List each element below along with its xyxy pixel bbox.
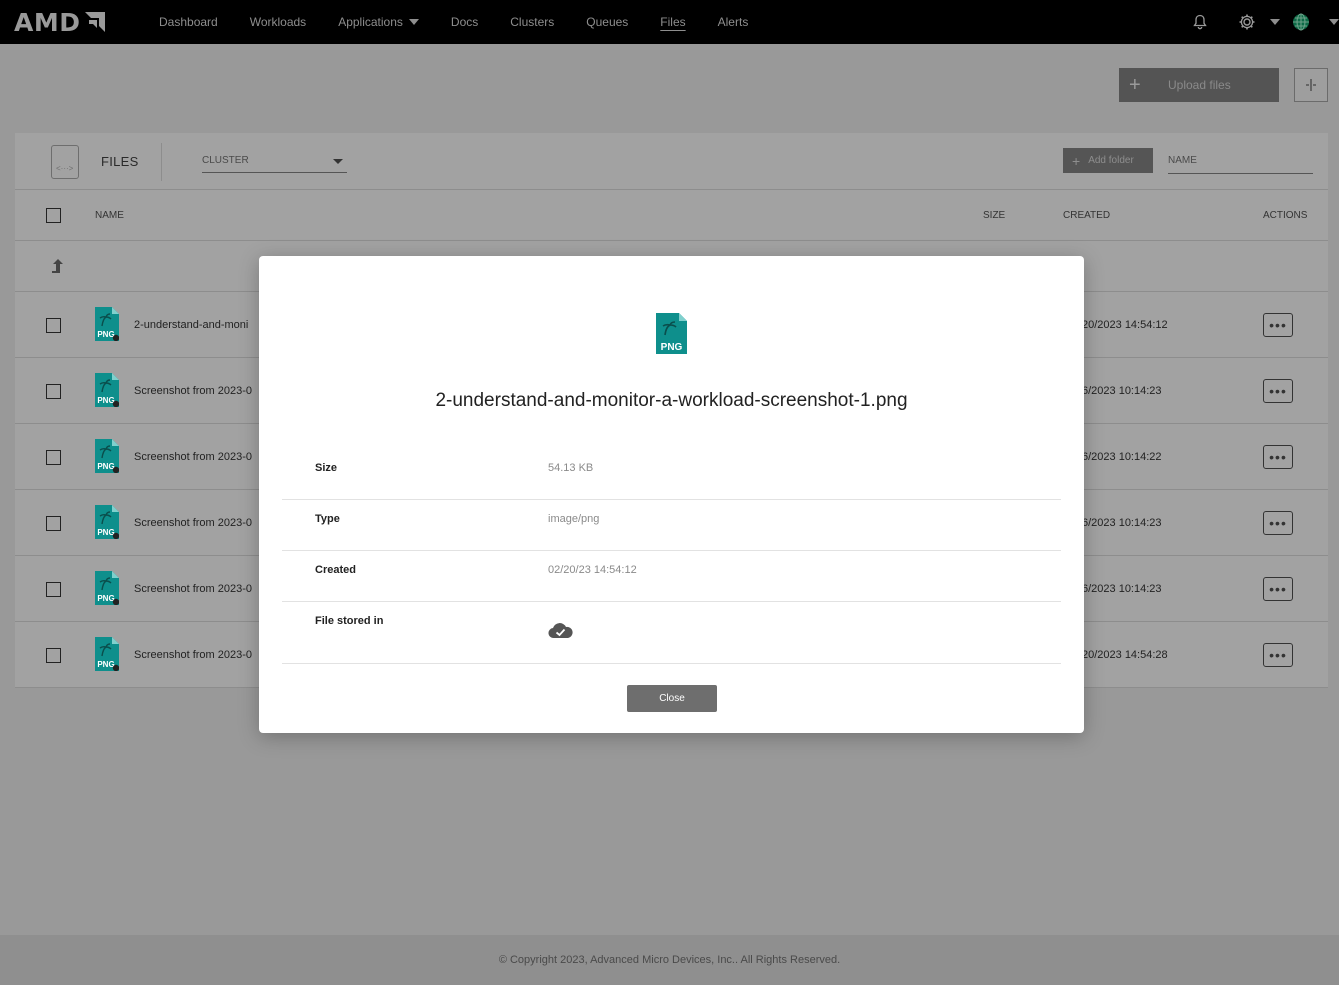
file-created: 6/2023 10:14:22 xyxy=(1082,451,1162,463)
file-name[interactable]: Screenshot from 2023-0 xyxy=(134,385,252,397)
nav-applications[interactable]: Applications xyxy=(338,15,419,29)
png-file-icon: PNG xyxy=(95,439,119,473)
svg-text:PNG: PNG xyxy=(97,528,114,537)
nav-alerts[interactable]: Alerts xyxy=(718,15,749,29)
png-file-icon: PNG xyxy=(95,571,119,605)
table-header: NAME SIZE CREATED ACTIONS xyxy=(15,190,1328,241)
bell-icon[interactable] xyxy=(1192,14,1208,30)
row-actions-button[interactable]: ••• xyxy=(1263,511,1293,535)
nav-queues[interactable]: Queues xyxy=(586,15,628,29)
add-folder-button[interactable]: + Add folder xyxy=(1063,148,1153,173)
file-name[interactable]: Screenshot from 2023-0 xyxy=(134,649,252,661)
column-actions: ACTIONS xyxy=(1263,210,1308,221)
row-checkbox[interactable] xyxy=(46,516,61,531)
detail-row-storage: File stored in xyxy=(282,602,1061,664)
more-icon: ••• xyxy=(1269,581,1287,597)
row-checkbox[interactable] xyxy=(46,318,61,333)
file-name[interactable]: Screenshot from 2023-0 xyxy=(134,517,252,529)
top-navbar: AMD Dashboard Workloads Applications Doc… xyxy=(0,0,1339,44)
svg-text:PNG: PNG xyxy=(97,462,114,471)
more-icon: ••• xyxy=(1269,317,1287,333)
amd-arrow-logo-icon xyxy=(85,12,106,32)
png-file-icon: PNG xyxy=(95,505,119,539)
detail-row-type: Type image/png xyxy=(282,500,1061,551)
file-created: 6/2023 10:14:23 xyxy=(1082,385,1162,397)
more-icon: ••• xyxy=(1269,383,1287,399)
select-all-checkbox[interactable] xyxy=(46,208,61,223)
row-checkbox[interactable] xyxy=(46,450,61,465)
file-name[interactable]: 2-understand-and-moni xyxy=(134,319,248,331)
cloud-check-icon xyxy=(548,623,573,639)
up-arrow-icon xyxy=(52,259,63,273)
chevron-down-icon xyxy=(333,159,343,164)
more-icon: ••• xyxy=(1269,647,1287,663)
row-actions-button[interactable]: ••• xyxy=(1263,313,1293,337)
close-button[interactable]: Close xyxy=(627,685,717,712)
file-created: 6/2023 10:14:23 xyxy=(1082,517,1162,529)
chevron-down-icon xyxy=(408,19,419,25)
file-name[interactable]: Screenshot from 2023-0 xyxy=(134,583,252,595)
row-actions-button[interactable]: ••• xyxy=(1263,445,1293,469)
file-details-modal: PNG 2-understand-and-monitor-a-workload-… xyxy=(259,256,1084,733)
gear-icon[interactable] xyxy=(1238,13,1256,31)
nav-clusters[interactable]: Clusters xyxy=(510,15,554,29)
column-created[interactable]: CREATED xyxy=(1063,210,1110,221)
amd-logo[interactable]: AMD xyxy=(14,8,107,37)
png-file-icon: PNG xyxy=(95,637,119,671)
code-file-icon: <···> xyxy=(51,145,79,179)
files-title: FILES xyxy=(101,154,139,169)
nav-workloads[interactable]: Workloads xyxy=(250,15,306,29)
file-created: 20/2023 14:54:28 xyxy=(1082,649,1168,661)
files-panel-header: <···> FILES CLUSTER + Add folder NAME xyxy=(15,133,1328,190)
plus-icon: + xyxy=(1072,152,1081,169)
name-filter-input[interactable]: NAME xyxy=(1168,155,1313,174)
more-icon: ••• xyxy=(1269,515,1287,531)
settings-chevron-down-icon[interactable] xyxy=(1270,19,1280,25)
column-size[interactable]: SIZE xyxy=(983,210,1005,221)
svg-text:PNG: PNG xyxy=(97,660,114,669)
divider xyxy=(161,143,162,181)
row-actions-button[interactable]: ••• xyxy=(1263,643,1293,667)
svg-text:PNG: PNG xyxy=(97,396,114,405)
nav-dashboard[interactable]: Dashboard xyxy=(159,15,218,29)
split-view-button[interactable] xyxy=(1294,68,1328,102)
row-checkbox[interactable] xyxy=(46,384,61,399)
detail-row-created: Created 02/20/23 14:54:12 xyxy=(282,551,1061,602)
row-actions-button[interactable]: ••• xyxy=(1263,577,1293,601)
user-avatar-icon[interactable] xyxy=(1292,13,1310,31)
file-name[interactable]: Screenshot from 2023-0 xyxy=(134,451,252,463)
modal-filename: 2-understand-and-monitor-a-workload-scre… xyxy=(435,390,908,411)
row-checkbox[interactable] xyxy=(46,582,61,597)
svg-text:PNG: PNG xyxy=(97,330,114,339)
detail-row-size: Size 54.13 KB xyxy=(282,449,1061,500)
row-checkbox[interactable] xyxy=(46,648,61,663)
svg-text:PNG: PNG xyxy=(97,594,114,603)
main-nav: Dashboard Workloads Applications Docs Cl… xyxy=(159,0,780,44)
footer: © Copyright 2023, Advanced Micro Devices… xyxy=(0,935,1339,985)
svg-text:PNG: PNG xyxy=(661,342,683,353)
plus-icon: + xyxy=(1129,73,1141,96)
cluster-select[interactable]: CLUSTER xyxy=(202,155,347,173)
png-file-icon: PNG xyxy=(656,313,687,354)
nav-files[interactable]: Files xyxy=(660,15,685,29)
column-name[interactable]: NAME xyxy=(95,210,124,221)
file-created: 20/2023 14:54:12 xyxy=(1082,319,1168,331)
png-file-icon: PNG xyxy=(95,373,119,407)
png-file-icon: PNG xyxy=(95,307,119,341)
more-icon: ••• xyxy=(1269,449,1287,465)
row-actions-button[interactable]: ••• xyxy=(1263,379,1293,403)
user-chevron-down-icon[interactable] xyxy=(1329,19,1339,25)
upload-files-button[interactable]: + Upload files xyxy=(1119,68,1279,102)
file-created: 6/2023 10:14:23 xyxy=(1082,583,1162,595)
nav-docs[interactable]: Docs xyxy=(451,15,478,29)
split-view-icon xyxy=(1306,79,1316,91)
